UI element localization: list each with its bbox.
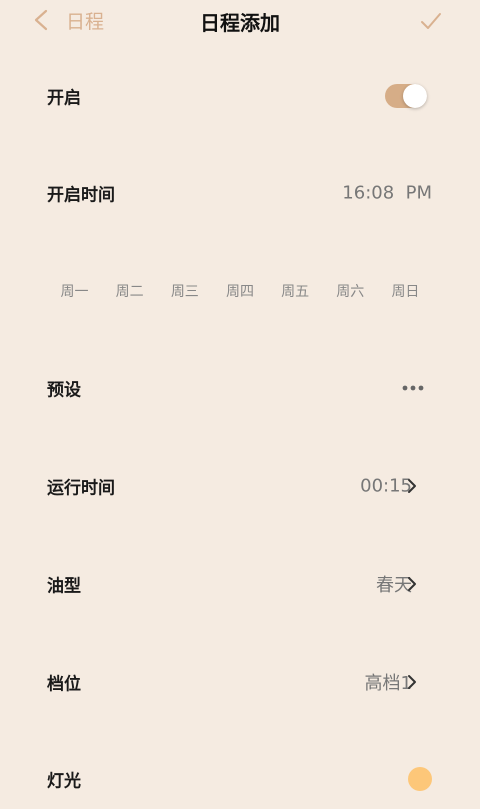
row-preset[interactable]: 预设 [0,358,480,418]
page-title: 日程添加 [200,11,280,35]
weekday-wed[interactable]: 周三 [157,280,212,304]
header: 日程 日程添加 [0,0,480,40]
gear-label: 档位 [47,674,81,695]
weekday-thu[interactable]: 周四 [212,280,267,304]
start-time-label: 开启时间 [47,185,115,206]
enable-toggle[interactable] [385,84,427,108]
row-start-time[interactable]: 开启时间 16:08 PM [0,163,480,223]
weekday-selector: 周一 周二 周三 周四 周五 周六 周日 [47,280,433,304]
weekday-sun[interactable]: 周日 [378,280,433,304]
run-time-value: 00:15 [360,475,412,497]
chevron-right-icon[interactable] [406,674,418,690]
row-run-time[interactable]: 运行时间 00:15 [0,456,480,516]
checkmark-icon[interactable] [418,8,444,34]
light-color-dot[interactable] [408,767,432,791]
oil-type-label: 油型 [47,576,81,597]
row-enable: 开启 [0,66,480,126]
enable-label: 开启 [47,88,81,109]
weekday-mon[interactable]: 周一 [47,280,102,304]
row-gear[interactable]: 档位 高档1 [0,652,480,712]
preset-label: 预设 [47,380,81,401]
weekday-tue[interactable]: 周二 [102,280,157,304]
row-light[interactable]: 灯光 [0,749,480,809]
more-horizontal-icon[interactable] [402,385,424,391]
chevron-right-icon[interactable] [406,478,418,494]
row-oil-type[interactable]: 油型 春天 [0,554,480,614]
gear-value: 高档1 [364,673,412,694]
chevron-right-icon[interactable] [406,576,418,592]
start-time-value[interactable]: 16:08 PM [342,183,432,204]
run-time-label: 运行时间 [47,478,115,499]
light-label: 灯光 [47,771,81,792]
toggle-knob [403,84,427,108]
weekday-sat[interactable]: 周六 [323,280,378,304]
weekday-fri[interactable]: 周五 [268,280,323,304]
